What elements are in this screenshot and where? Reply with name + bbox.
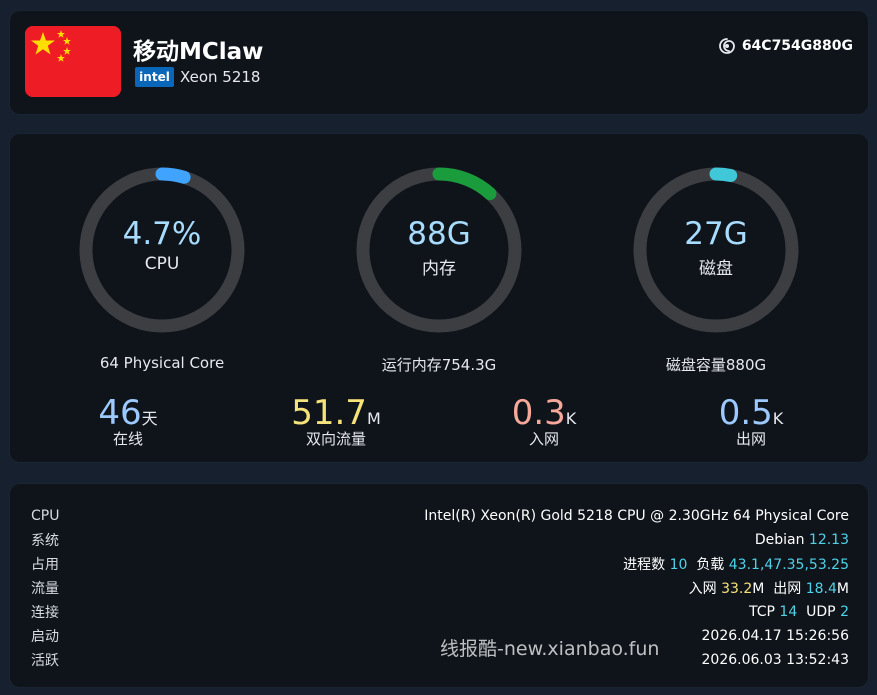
cpu-gauge-arc (155, 167, 191, 184)
uptime-stat: 46天 在线 (58, 394, 198, 449)
detail-row-system: 系统 Debian 12.13 (31, 528, 849, 552)
total-traffic-value: 51.7 (291, 393, 367, 433)
cpu-model-label: Xeon 5218 (180, 68, 261, 86)
spiral-id-icon (718, 38, 735, 54)
inbound-rate-value: 0.3 (511, 393, 566, 433)
outbound-rate-value: 0.5 (718, 393, 773, 433)
detail-key: 活跃 (31, 653, 59, 669)
resource-gauges-card: 4.7% CPU 64 Physical Core 88G 内存 运行内存754… (10, 134, 868, 462)
memory-gauge-label: 内存 (422, 259, 456, 279)
traffic-in-label: 入网 (688, 581, 717, 597)
detail-row-traffic: 流量 入网 33.2M 出网 18.4M (31, 576, 849, 600)
process-count-label: 进程数 (623, 557, 666, 573)
load-label: 负载 (696, 557, 725, 573)
inbound-rate-label: 入网 (528, 430, 559, 448)
inbound-rate-stat: 0.3K 入网 (474, 394, 614, 449)
cpu-core-caption: 64 Physical Core (99, 354, 225, 372)
cpu-gauge: 4.7% CPU (74, 162, 250, 338)
cpu-usage-value: 4.7% (122, 216, 202, 252)
tcp-label: TCP (749, 604, 775, 620)
tcp-count: 14 (779, 604, 798, 620)
memory-gauge: 88G 内存 (351, 162, 527, 338)
server-details-card: CPU Intel(R) Xeon(R) Gold 5218 CPU @ 2.3… (10, 484, 868, 687)
outbound-rate-stat: 0.5K 出网 (681, 394, 821, 449)
traffic-in-unit: M (752, 581, 765, 597)
server-id-text: 64C754G880G (741, 38, 853, 54)
china-flag-icon (25, 26, 121, 97)
detail-key: 系统 (31, 533, 59, 549)
detail-row-usage: 占用 进程数 10 负载 43.1,47.35,53.25 (31, 552, 849, 576)
memory-gauge-arc (432, 167, 497, 201)
traffic-out-label: 出网 (773, 581, 802, 597)
intel-brand-badge: intel (135, 67, 174, 87)
server-header-card: 移动MClaw intel Xeon 5218 64C754G880G (10, 11, 868, 114)
uptime-value: 46 (98, 393, 142, 433)
uptime-label: 在线 (112, 430, 143, 448)
traffic-out-value: 18.4 (805, 581, 837, 597)
outbound-rate-label: 出网 (735, 430, 766, 448)
cpu-gauge-label: CPU (144, 254, 180, 274)
total-traffic-stat: 51.7M 双向流量 (266, 394, 406, 449)
outbound-rate-unit: K (772, 409, 784, 428)
detail-key: CPU (31, 508, 60, 524)
cpu-full-name: Intel(R) Xeon(R) Gold 5218 CPU @ 2.30GHz… (424, 508, 849, 524)
detail-key: 连接 (31, 605, 59, 621)
detail-row-connections: 连接 TCP 14 UDP 2 (31, 600, 849, 624)
udp-label: UDP (806, 604, 836, 620)
server-id: 64C754G880G (718, 37, 853, 55)
detail-row-cpu: CPU Intel(R) Xeon(R) Gold 5218 CPU @ 2.3… (31, 504, 849, 528)
disk-gauge-label: 磁盘 (699, 259, 733, 279)
last-active-time: 2026.06.03 13:52:43 (701, 652, 850, 668)
total-traffic-label: 双向流量 (305, 430, 366, 448)
disk-gauge-arc (709, 167, 738, 182)
disk-gauge: 27G 磁盘 (628, 162, 804, 338)
memory-total-caption: 运行内存754.3G (381, 356, 497, 374)
process-count-value: 10 (669, 557, 688, 573)
os-version: 12.13 (808, 532, 849, 548)
disk-capacity-caption: 磁盘容量880G (665, 356, 767, 374)
boot-time: 2026.04.17 15:26:56 (701, 628, 850, 644)
inbound-rate-unit: K (565, 409, 577, 428)
load-value: 43.1,47.35,53.25 (728, 557, 849, 573)
uptime-unit: 天 (141, 409, 158, 428)
traffic-in-value: 33.2 (721, 581, 753, 597)
detail-key: 启动 (31, 629, 59, 645)
memory-usage-value: 88G (407, 216, 471, 252)
os-name: Debian (754, 532, 805, 548)
disk-usage-value: 27G (684, 216, 748, 252)
udp-count: 2 (840, 604, 849, 620)
traffic-out-unit: M (836, 581, 849, 597)
detail-key: 流量 (31, 581, 59, 597)
total-traffic-unit: M (366, 409, 381, 428)
watermark-text: 线报酷-new.xianbao.fun (440, 638, 660, 660)
detail-key: 占用 (31, 557, 59, 573)
server-name: 移动MClaw (133, 39, 264, 65)
